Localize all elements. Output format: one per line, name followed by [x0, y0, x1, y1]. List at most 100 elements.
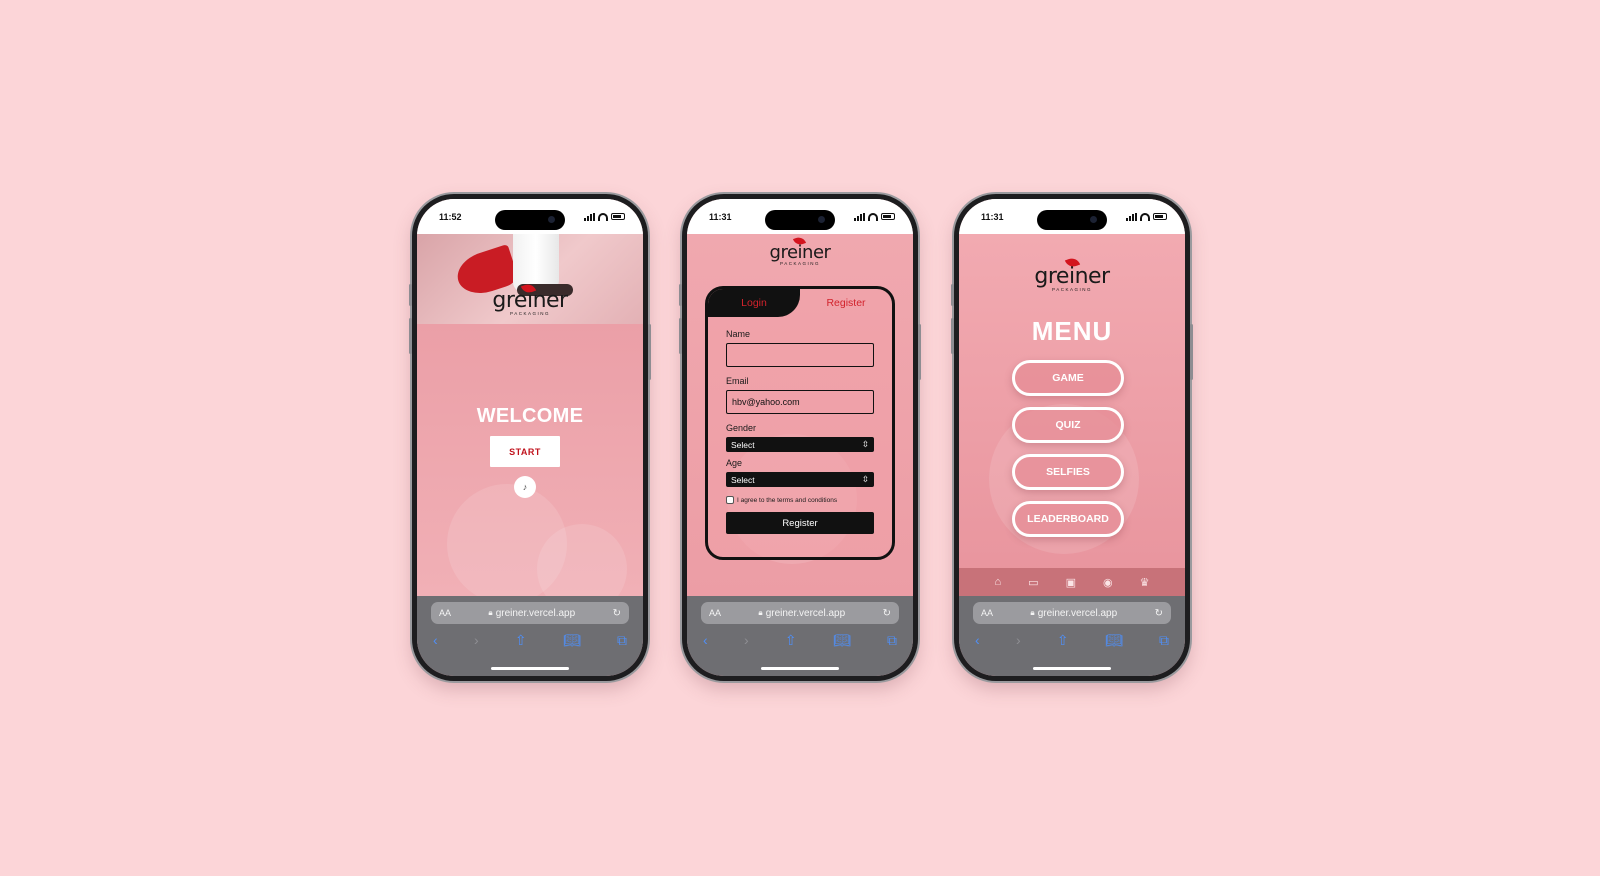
tabs-icon[interactable]: ⧉	[617, 632, 627, 649]
reload-icon[interactable]: ↻	[613, 608, 621, 619]
camera-icon[interactable]: ◉	[1103, 576, 1113, 589]
welcome-heading: WELCOME	[476, 405, 584, 427]
page-content: greiner PACKAGING MENU GAME QUIZ SELFIES…	[959, 234, 1185, 596]
page-content: greiner PACKAGING Login Register Name Em…	[687, 234, 913, 596]
selfies-button[interactable]: SELFIES	[1012, 454, 1124, 490]
tabs-icon[interactable]: ⧉	[887, 632, 897, 649]
screen: 11:31 greiner PACKAGING MENU GAME QUIZ S…	[959, 199, 1185, 676]
hero-image: greiner PACKAGING	[417, 234, 643, 324]
trophy-icon[interactable]: ♛	[1140, 576, 1150, 589]
status-bar: 11:31	[959, 199, 1185, 234]
reader-aa-button[interactable]: AA	[981, 608, 993, 618]
signal-icon	[584, 212, 595, 221]
auth-card: Login Register Name Email hbv@yahoo.com …	[705, 286, 895, 560]
url-text: greiner.vercel.app	[765, 607, 846, 619]
app-tab-bar: ⌂ ▭ ▣ ◉ ♛	[959, 568, 1185, 596]
url-text: greiner.vercel.app	[1037, 607, 1118, 619]
brand-logo: greiner PACKAGING	[959, 256, 1185, 292]
wifi-icon	[598, 212, 608, 221]
wifi-icon	[868, 212, 878, 221]
quiz-icon[interactable]: ▣	[1066, 576, 1076, 589]
dynamic-island	[765, 210, 835, 230]
email-label: Email	[726, 376, 749, 386]
logo-wordmark: greiner	[769, 242, 831, 263]
register-form: Name Email hbv@yahoo.com Gender Select ⇳ …	[708, 317, 892, 534]
home-indicator	[761, 667, 839, 670]
bookmarks-icon[interactable]: 📖︎	[1105, 632, 1123, 649]
terms-checkbox[interactable]	[726, 496, 734, 504]
status-time: 11:31	[981, 211, 1004, 222]
signal-icon	[854, 212, 865, 221]
reload-icon[interactable]: ↻	[883, 608, 891, 619]
leaderboard-button[interactable]: LEADERBOARD	[1012, 501, 1124, 537]
lock-icon: 🔒︎	[758, 608, 763, 617]
forward-icon[interactable]: ›	[744, 632, 749, 649]
phone-menu: 11:31 greiner PACKAGING MENU GAME QUIZ S…	[951, 194, 1193, 681]
brand-logo: greiner PACKAGING	[687, 235, 913, 266]
signal-icon	[1126, 212, 1137, 221]
battery-icon	[881, 213, 895, 220]
share-icon[interactable]: ⇧	[785, 632, 797, 649]
tabs-icon[interactable]: ⧉	[1159, 632, 1169, 649]
address-bar[interactable]: AA 🔒︎ greiner.vercel.app ↻	[973, 602, 1171, 624]
back-icon[interactable]: ‹	[433, 632, 438, 649]
phone-welcome: 11:52 greiner PACKAGING WELCOME START ♪ …	[409, 194, 651, 681]
status-bar: 11:31	[687, 199, 913, 234]
share-icon[interactable]: ⇧	[1057, 632, 1069, 649]
reader-aa-button[interactable]: AA	[709, 608, 721, 618]
age-select[interactable]: Select ⇳	[726, 472, 874, 487]
battery-icon	[611, 213, 625, 220]
forward-icon[interactable]: ›	[1016, 632, 1021, 649]
screen: 11:52 greiner PACKAGING WELCOME START ♪ …	[417, 199, 643, 676]
chevron-updown-icon: ⇳	[861, 474, 869, 484]
reader-aa-button[interactable]: AA	[439, 608, 451, 618]
screen: 11:31 greiner PACKAGING Login Register N…	[687, 199, 913, 676]
menu-title: MENU	[1031, 316, 1113, 346]
game-button[interactable]: GAME	[1012, 360, 1124, 396]
status-time: 11:52	[439, 211, 462, 222]
email-field[interactable]: hbv@yahoo.com	[726, 390, 874, 414]
gender-label: Gender	[726, 423, 757, 433]
age-label: Age	[726, 458, 743, 468]
home-icon[interactable]: ⌂	[995, 576, 1002, 588]
name-field[interactable]	[726, 343, 874, 367]
age-select-value: Select	[731, 474, 755, 485]
status-time: 11:31	[709, 211, 732, 222]
back-icon[interactable]: ‹	[975, 632, 980, 649]
tab-login[interactable]: Login	[708, 289, 800, 317]
dynamic-island	[495, 210, 565, 230]
bookmarks-icon[interactable]: 📖︎	[833, 632, 851, 649]
chevron-updown-icon: ⇳	[861, 439, 869, 449]
battery-icon	[1153, 213, 1167, 220]
gender-select[interactable]: Select ⇳	[726, 437, 874, 452]
back-icon[interactable]: ‹	[703, 632, 708, 649]
address-bar[interactable]: AA 🔒︎ greiner.vercel.app ↻	[431, 602, 629, 624]
phone-register: 11:31 greiner PACKAGING Login Register N…	[679, 194, 921, 681]
bookmarks-icon[interactable]: 📖︎	[563, 632, 581, 649]
lock-icon: 🔒︎	[1030, 608, 1035, 617]
gamepad-icon[interactable]: ▭	[1028, 576, 1038, 589]
page-content: greiner PACKAGING WELCOME START ♪	[417, 234, 643, 596]
start-button[interactable]: START	[490, 436, 560, 467]
share-icon[interactable]: ⇧	[515, 632, 527, 649]
home-indicator	[1033, 667, 1111, 670]
status-bar: 11:52	[417, 199, 643, 234]
safari-toolbar: AA 🔒︎ greiner.vercel.app ↻ ‹ › ⇧ 📖︎ ⧉	[417, 596, 643, 676]
forward-icon[interactable]: ›	[474, 632, 479, 649]
quiz-button[interactable]: QUIZ	[1012, 407, 1124, 443]
logo-wordmark: greiner	[1034, 264, 1110, 289]
wifi-icon	[1140, 212, 1150, 221]
lock-icon: 🔒︎	[488, 608, 493, 617]
reload-icon[interactable]: ↻	[1155, 608, 1163, 619]
register-button[interactable]: Register	[726, 512, 874, 534]
tab-register[interactable]: Register	[800, 289, 892, 317]
sound-toggle-icon[interactable]: ♪	[514, 476, 536, 498]
brand-logo: greiner PACKAGING	[417, 282, 643, 316]
gender-select-value: Select	[731, 439, 755, 450]
url-text: greiner.vercel.app	[495, 607, 576, 619]
safari-toolbar: AA 🔒︎ greiner.vercel.app ↻ ‹ › ⇧ 📖︎ ⧉	[687, 596, 913, 676]
home-indicator	[491, 667, 569, 670]
safari-toolbar: AA 🔒︎ greiner.vercel.app ↻ ‹ › ⇧ 📖︎ ⧉	[959, 596, 1185, 676]
name-label: Name	[726, 329, 751, 339]
address-bar[interactable]: AA 🔒︎ greiner.vercel.app ↻	[701, 602, 899, 624]
